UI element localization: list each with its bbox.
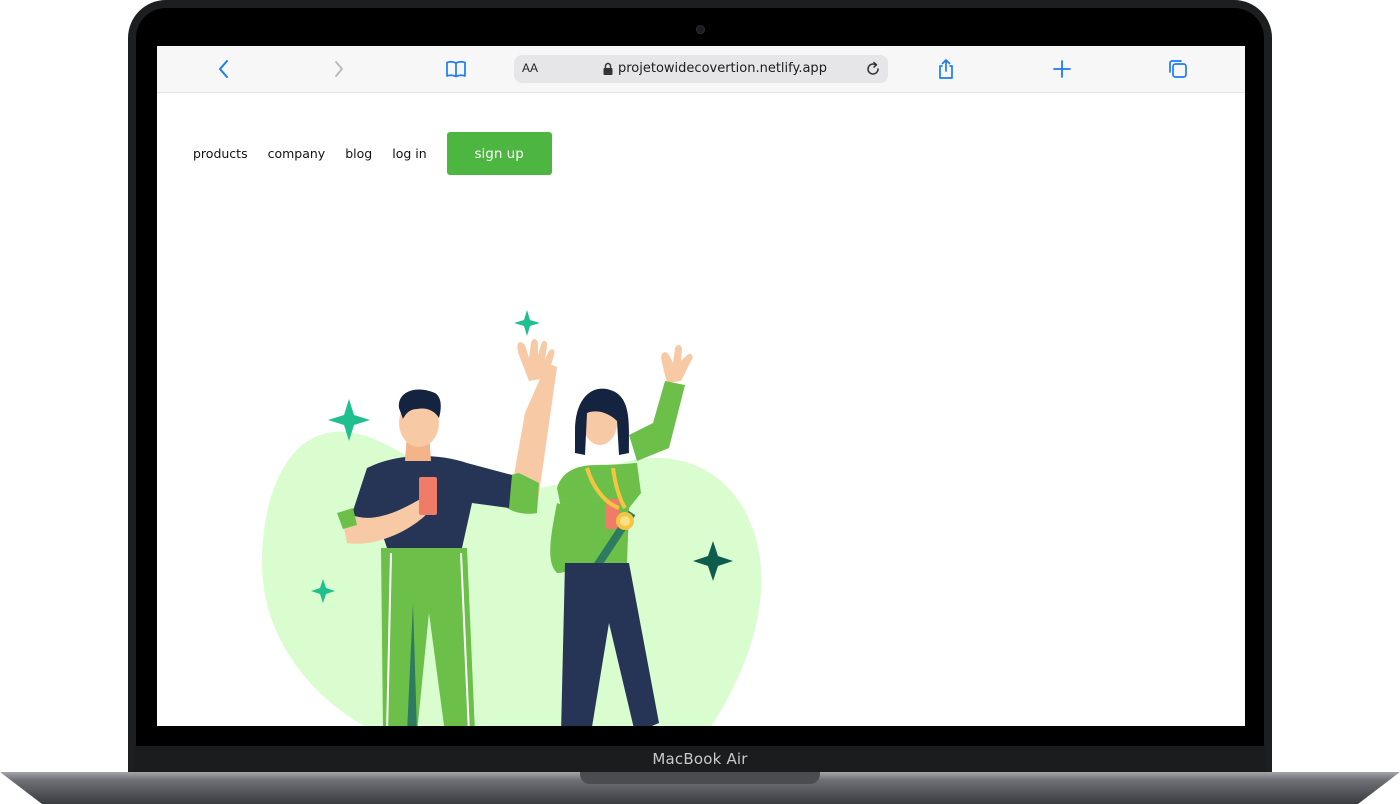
sparkle-icon: [514, 310, 540, 336]
screen: AA projetowidecovertion.netlify.app prod…: [157, 46, 1245, 726]
reload-icon[interactable]: [864, 60, 882, 78]
url-text: projetowidecovertion.netlify.app: [618, 61, 827, 76]
text-size-button[interactable]: AA: [522, 61, 538, 75]
bookmarks-icon[interactable]: [444, 57, 468, 81]
hero-illustration: [262, 310, 762, 726]
signup-button[interactable]: sign up: [446, 132, 552, 175]
nav-link-login[interactable]: log in: [392, 146, 426, 161]
nav-link-company[interactable]: company: [268, 146, 326, 161]
nav-link-blog[interactable]: blog: [345, 146, 372, 161]
lock-icon: [602, 62, 614, 76]
nav-link-products[interactable]: products: [193, 146, 248, 161]
site-nav: products company blog log in sign up: [193, 132, 552, 175]
camera: [697, 26, 704, 33]
share-icon[interactable]: [934, 57, 958, 81]
device-label: MacBook Air: [652, 750, 748, 768]
laptop-notch: [580, 772, 820, 784]
browser-toolbar: AA projetowidecovertion.netlify.app: [157, 46, 1245, 93]
web-page: products company blog log in sign up: [157, 93, 1245, 726]
back-icon[interactable]: [212, 57, 236, 81]
tabs-icon[interactable]: [1166, 57, 1190, 81]
new-tab-icon[interactable]: [1050, 57, 1074, 81]
forward-icon[interactable]: [327, 57, 351, 81]
address-bar[interactable]: AA projetowidecovertion.netlify.app: [514, 55, 888, 83]
